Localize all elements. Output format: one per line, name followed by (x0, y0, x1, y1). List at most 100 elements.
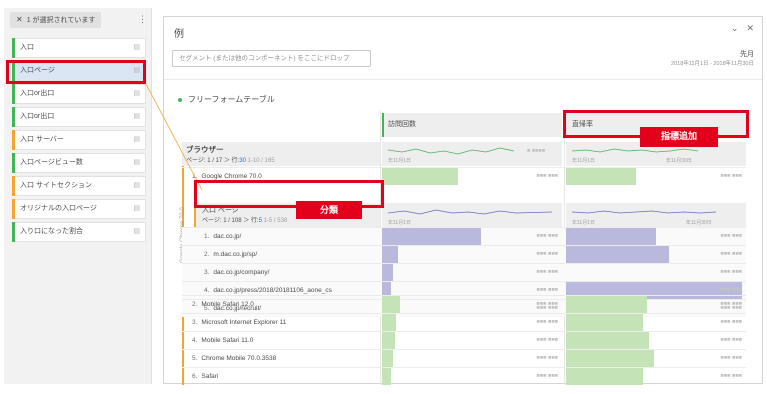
selection-chip-label: 1 が選択されています (26, 17, 96, 24)
row-label[interactable]: 2. Mobile Safari 12.0 (192, 296, 254, 313)
close-icon[interactable]: ✕ (16, 15, 23, 24)
row-text: Safari (201, 373, 219, 380)
bounce-bar (566, 350, 654, 367)
component-info-icon[interactable]: ▤ (133, 223, 140, 241)
component-item[interactable]: 入り口になった割合 ▤ (12, 222, 146, 242)
more-options-icon[interactable]: ⋮ (138, 14, 147, 24)
paging-range: 1-10 / 165 (247, 158, 275, 164)
component-item[interactable]: 入口ページビュー数 ▤ (12, 153, 146, 173)
bounce-value-redacted: ■■■ ■■■ (720, 251, 742, 257)
component-label: 入口 サーバー (20, 136, 64, 143)
bounce-value-redacted: ■■■ ■■■ (720, 337, 742, 343)
spark-start-label: 年11月1日 (388, 219, 411, 226)
component-item[interactable]: オリジナルの入口ページ ▤ (12, 199, 146, 219)
selected-component-highlight (6, 60, 146, 84)
component-label: 入口ページビュー数 (20, 159, 83, 166)
row-label[interactable]: 2. m.dac.co.jp/sp/ (204, 246, 257, 263)
component-type-stripe (12, 38, 15, 58)
row-number: 1. (204, 233, 210, 240)
breakdown-bounce-cell: 年11月1日 年11月30日 (566, 203, 746, 227)
bounce-value-redacted: ■■■ ■■■ (720, 173, 742, 179)
breakdown-paging[interactable]: ページ: 1 / 108 ＞ 行:5 1-5 / 538 (202, 215, 287, 224)
date-range-label[interactable]: 先月 (740, 49, 754, 59)
spark-end-label: 年11月30日 (686, 219, 712, 226)
visits-value-redacted: ■■■ ■■■ (536, 173, 558, 179)
row-number: 5. (192, 355, 198, 362)
component-label: 入口or出口 (20, 90, 55, 97)
metric-header-visits[interactable]: 訪問回数 (382, 113, 562, 137)
paging-prefix: ページ: 1 / 17 ＞ 行: (186, 158, 240, 164)
bounce-bar (566, 296, 647, 313)
bounce-bar (566, 246, 669, 263)
row-label[interactable]: 3. Microsoft Internet Explorer 11 (192, 314, 286, 331)
table-row[interactable]: 5. Chrome Mobile 70.0.3538 ■■■ ■■■ ■■■ ■■■ (182, 349, 746, 367)
panel-controls: ⌄ ✕ (723, 23, 754, 34)
row-text: Mobile Safari 11.0 (201, 337, 254, 344)
paging-prefix: ページ: 1 / 108 ＞ 行: (202, 218, 259, 224)
component-label: 入口 サイトセクション (20, 182, 92, 189)
component-type-stripe (12, 130, 15, 150)
component-item[interactable]: 入口 ▤ (12, 38, 146, 58)
component-item[interactable]: 入口or出口 ▤ (12, 84, 146, 104)
component-info-icon[interactable]: ▤ (133, 39, 140, 57)
row-number: 4. (192, 337, 198, 344)
date-range-value[interactable]: 2018年11月1日 - 2018年11月30日 (671, 59, 754, 67)
row-label[interactable]: 5. Chrome Mobile 70.0.3538 (192, 350, 276, 367)
component-info-icon[interactable]: ▤ (133, 85, 140, 103)
close-icon[interactable]: ✕ (746, 23, 754, 33)
visualization-title[interactable]: フリーフォームテーブル (178, 94, 275, 105)
table-row[interactable]: 2. Mobile Safari 12.0 ■■■ ■■■ ■■■ ■■■ (182, 295, 746, 313)
component-info-icon[interactable]: ▤ (133, 177, 140, 195)
selection-chip[interactable]: ✕ 1 が選択されています (10, 12, 102, 28)
bounce-bar (566, 168, 636, 185)
segment-dropzone[interactable]: セグメント (または他のコンポーネント) をここにドロップ (172, 50, 371, 67)
bounce-bar (566, 314, 643, 331)
component-info-icon[interactable]: ▤ (133, 131, 140, 149)
row-text: dac.co.jp/company/ (213, 269, 270, 276)
rows-per-page[interactable]: 5 (259, 218, 262, 224)
table-row[interactable]: 1. dac.co.jp/ ■■■ ■■■ ■■■ ■■■ (182, 227, 746, 245)
table-row[interactable]: 4. Mobile Safari 11.0 ■■■ ■■■ ■■■ ■■■ (182, 331, 746, 349)
visits-value-redacted: ■■■ ■■■ (536, 251, 558, 257)
breakdown-bounce-sparkline: 年11月1日 年11月30日 (571, 210, 717, 226)
spark-end-label: 年11月30日 (666, 157, 692, 164)
component-label: 入口 (20, 44, 34, 51)
row-number: 2. (192, 301, 198, 308)
visits-value-redacted: ■■■ ■■■ (536, 319, 558, 325)
visualization-title-text: フリーフォームテーブル (188, 95, 275, 104)
dimension-paging[interactable]: ページ: 1 / 17 ＞ 行:30 1-10 / 165 (186, 155, 275, 164)
dimension-header[interactable]: ブラウザー ページ: 1 / 17 ＞ 行:30 1-10 / 165 (182, 142, 380, 166)
component-item[interactable]: 入口or出口 ▤ (12, 107, 146, 127)
row-text: dac.co.jp/ (213, 233, 242, 240)
rows-per-page[interactable]: 30 (239, 158, 246, 164)
component-info-icon[interactable]: ▤ (133, 154, 140, 172)
row-label[interactable]: 3. dac.co.jp/company/ (204, 264, 269, 281)
spark-start-label: 年11月1日 (388, 157, 411, 164)
row-number: 3. (192, 319, 198, 326)
component-info-icon[interactable]: ▤ (133, 200, 140, 218)
component-item[interactable]: 入口 サイトセクション ▤ (12, 176, 146, 196)
bounce-value-redacted: ■■■ ■■■ (720, 373, 742, 379)
table-row[interactable]: 2. m.dac.co.jp/sp/ ■■■ ■■■ ■■■ ■■■ (182, 245, 746, 263)
divider (164, 79, 762, 80)
chevron-down-icon[interactable]: ⌄ (731, 23, 739, 33)
metric-tag: 指標追加 (640, 127, 718, 147)
panel-title[interactable]: 例 (174, 25, 184, 40)
component-label: オリジナルの入口ページ (20, 205, 97, 212)
table-row[interactable]: 6. Safari ■■■ ■■■ ■■■ ■■■ (182, 367, 746, 385)
component-type-stripe (12, 153, 15, 173)
table-row[interactable]: 3. dac.co.jp/company/ ■■■ ■■■ ■■■ ■■■ (182, 263, 746, 281)
row-label[interactable]: 6. Safari (192, 368, 218, 385)
component-item[interactable]: 入口 サーバー ▤ (12, 130, 146, 150)
analysis-workspace: ✕ 1 が選択されています ⋮ 入口 ▤ 入口ページ ▤ 入口or出口 ▤ 入口or出口 ▤ 入口… (0, 0, 767, 394)
bounce-bar (566, 332, 649, 349)
visits-value-redacted: ■■■ ■■■ (536, 355, 558, 361)
spark-start-label: 年11月1日 (572, 157, 595, 164)
visits-sparkline: 年11月1日 ■ ■■■■ (387, 147, 545, 164)
visits-bar (382, 168, 458, 185)
row-label[interactable]: 1. dac.co.jp/ (204, 228, 241, 245)
row-label[interactable]: 4. Mobile Safari 11.0 (192, 332, 253, 349)
visits-total-cell: 年11月1日 ■ ■■■■ (382, 142, 562, 166)
table-row[interactable]: 3. Microsoft Internet Explorer 11 ■■■ ■■■ ■… (182, 313, 746, 331)
component-info-icon[interactable]: ▤ (133, 108, 140, 126)
